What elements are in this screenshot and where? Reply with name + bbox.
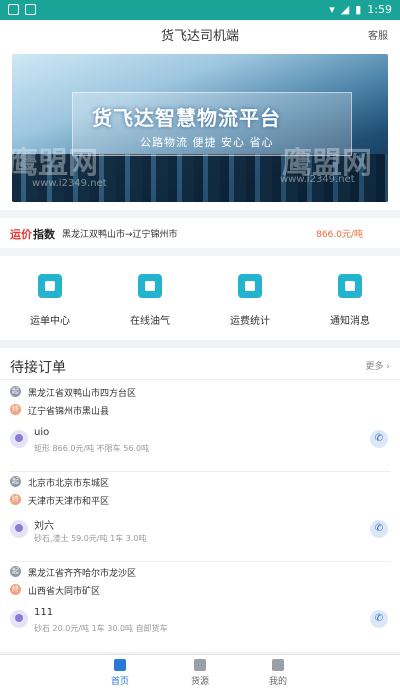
menu-item-freight-statistics[interactable]: 运费统计 — [210, 274, 290, 327]
status-bar: ▾ ◢ ▮ 1:59 — [0, 0, 400, 20]
tab-home[interactable]: 首页 — [90, 659, 150, 687]
phone-icon[interactable]: ✆ — [370, 430, 388, 448]
phone-icon[interactable]: ✆ — [370, 520, 388, 538]
shipper-name: 111 — [34, 607, 54, 618]
app-header: 货飞达司机端 客服 — [0, 20, 400, 46]
wifi-icon: ▾ — [329, 3, 335, 16]
menu-item-label: 在线油气 — [130, 316, 170, 327]
customer-service-button[interactable]: 客服 — [368, 27, 388, 42]
tab-profile[interactable]: 我的 — [248, 659, 308, 687]
download-icon — [25, 4, 36, 15]
page-title: 货飞达司机端 — [160, 29, 239, 44]
order-destination: 山西省大同市矿区 — [28, 587, 101, 597]
watermark-logo-left: 鹰盟网 — [12, 146, 98, 181]
freight-route: 黑龙江双鸭山市→辽宁锦州市 — [62, 230, 178, 240]
signal-icon: ◢ — [340, 3, 350, 16]
chevron-right-icon: › — [386, 362, 390, 372]
menu-item-label: 运单中心 — [30, 316, 70, 327]
section-title: 待接订单 — [10, 360, 66, 376]
divider — [0, 379, 400, 380]
destination-marker-icon: 终 — [10, 494, 21, 505]
menu-item-notifications[interactable]: 通知消息 — [310, 274, 390, 327]
order-detail: 砂石,渣土 59.0元/吨 1车 3.0吨 — [34, 534, 147, 543]
pending-orders-section: 待接订单 更多 › 起 黑龙江省双鸭山市四方台区 终 辽宁省锦州市黑山县 uio… — [0, 348, 400, 652]
phone-icon[interactable]: ✆ — [370, 610, 388, 628]
gas-station-icon — [138, 274, 162, 298]
order-destination: 天津市天津市和平区 — [28, 497, 110, 507]
bottom-tab-bar: 首页 货源 我的 — [0, 654, 400, 690]
order-origin: 黑龙江省齐齐哈尔市龙沙区 — [28, 569, 137, 579]
watermark-url-left: www.i2349.net — [32, 178, 107, 189]
quick-menu: 运单中心 在线油气 运费统计 通知消息 — [0, 256, 400, 340]
more-orders-link[interactable]: 更多 › — [366, 359, 391, 372]
origin-marker-icon: 起 — [10, 566, 21, 577]
promo-banner[interactable]: 货飞达智慧物流平台 公路物流 便捷 安心 省心 鹰盟网 鹰盟网 www.i234… — [12, 54, 388, 202]
origin-marker-icon: 起 — [10, 386, 21, 397]
freight-index-badge-suffix: 指数 — [33, 228, 55, 241]
tab-label: 我的 — [268, 677, 287, 687]
avatar — [10, 610, 28, 628]
avatar — [10, 520, 28, 538]
destination-marker-icon: 终 — [10, 404, 21, 415]
menu-item-label: 通知消息 — [330, 316, 370, 327]
user-icon — [272, 659, 284, 671]
home-icon — [114, 659, 126, 671]
order-origin: 北京市北京市东城区 — [28, 479, 110, 489]
order-destination: 辽宁省锦州市黑山县 — [28, 407, 110, 417]
shipper-name: uio — [34, 427, 50, 438]
order-detail: 矩形 866.0元/吨 不限车 56.0吨 — [34, 444, 150, 453]
clock: 1:59 — [367, 3, 392, 16]
banner-section: 货飞达智慧物流平台 公路物流 便捷 安心 省心 鹰盟网 鹰盟网 www.i234… — [0, 46, 400, 210]
notification-square-icon — [8, 4, 19, 15]
avatar — [10, 430, 28, 448]
order-card[interactable]: 起 北京市北京市东城区 终 天津市天津市和平区 刘六 砂石,渣土 59.0元/吨… — [0, 472, 400, 562]
origin-marker-icon: 起 — [10, 476, 21, 487]
freight-index-bar[interactable]: 运价 指数 黑龙江双鸭山市→辽宁锦州市 866.0元/吨 — [0, 218, 400, 248]
banner-subline: 公路物流 便捷 安心 省心 — [140, 136, 274, 149]
menu-item-waybill-center[interactable]: 运单中心 — [10, 274, 90, 327]
freight-index-badge: 运价 — [10, 228, 32, 241]
freight-price: 866.0元/吨 — [316, 230, 363, 240]
notification-icon — [338, 274, 362, 298]
tab-cargo-source[interactable]: 货源 — [170, 659, 230, 687]
battery-icon: ▮ — [355, 3, 362, 16]
statistics-icon — [238, 274, 262, 298]
order-card[interactable]: 起 黑龙江省齐齐哈尔市龙沙区 终 山西省大同市矿区 111 砂石 20.0元/吨… — [0, 562, 400, 652]
tab-label: 首页 — [110, 677, 129, 687]
truck-icon — [194, 659, 206, 671]
order-detail: 砂石 20.0元/吨 1车 30.0吨 自卸货车 — [34, 624, 168, 633]
order-origin: 黑龙江省双鸭山市四方台区 — [28, 389, 137, 399]
more-label: 更多 — [365, 362, 384, 372]
tab-label: 货源 — [190, 677, 209, 687]
menu-item-label: 运费统计 — [230, 316, 270, 327]
shipper-name: 刘六 — [34, 521, 54, 532]
menu-item-online-fuel[interactable]: 在线油气 — [110, 274, 190, 327]
destination-marker-icon: 终 — [10, 584, 21, 595]
banner-headline: 货飞达智慧物流平台 — [92, 106, 281, 130]
watermark-url-right: www.i2349.net — [280, 174, 355, 185]
waybill-icon — [38, 274, 62, 298]
order-card[interactable]: 起 黑龙江省双鸭山市四方台区 终 辽宁省锦州市黑山县 uio 矩形 866.0元… — [0, 382, 400, 472]
